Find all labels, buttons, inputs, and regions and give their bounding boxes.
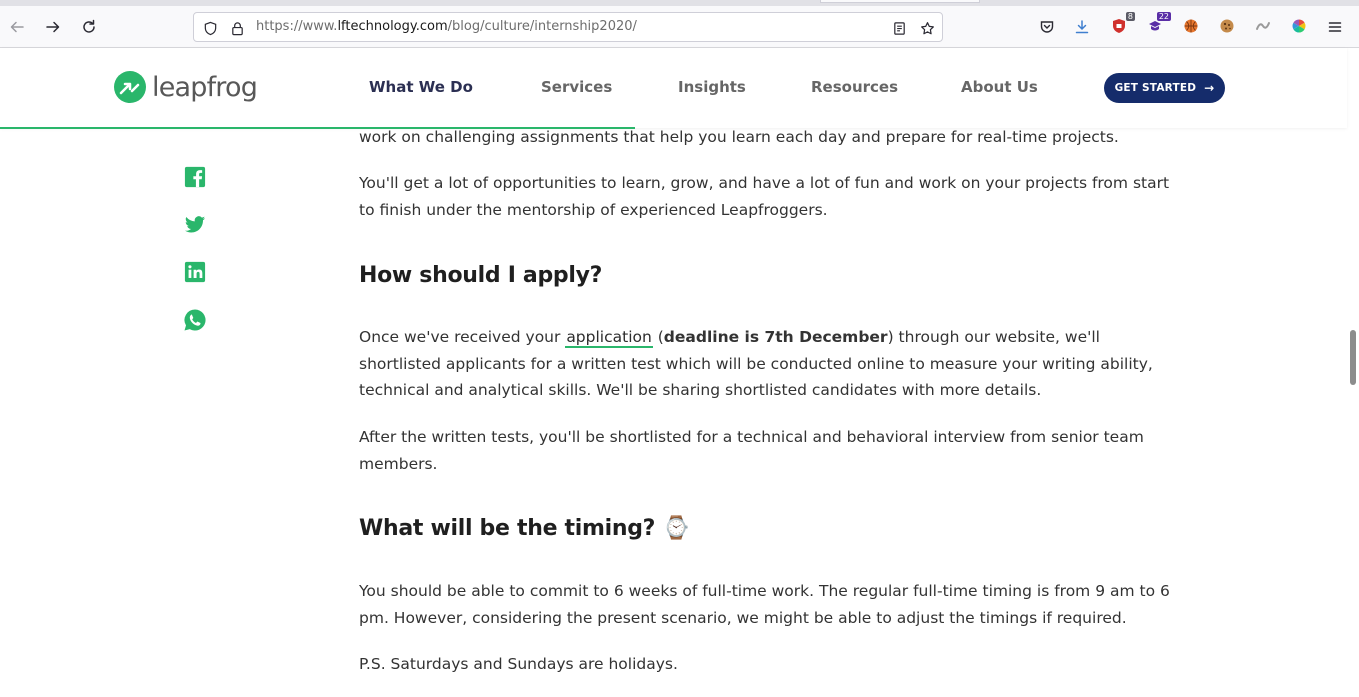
p2-before: Once we've received your: [359, 328, 566, 346]
address-bar[interactable]: https://www.lftechnology.com/blog/cultur…: [193, 12, 943, 42]
leapfrog-logo[interactable]: leapfrog: [114, 70, 258, 104]
application-link[interactable]: application: [565, 328, 653, 348]
heading-timing: What will be the timing? ⌚: [359, 516, 690, 541]
purple-extension-icon[interactable]: 22: [1145, 12, 1171, 36]
purple-badge: 22: [1156, 12, 1171, 21]
url-text[interactable]: https://www.lftechnology.com/blog/cultur…: [256, 19, 637, 34]
heading-timing-text: What will be the timing?: [359, 516, 656, 541]
pocket-icon[interactable]: [1035, 15, 1059, 39]
article-paragraph-4: You should be able to commit to 6 weeks …: [359, 582, 1170, 627]
downloads-icon[interactable]: [1070, 15, 1094, 39]
browser-toolbar: https://www.lftechnology.com/blog/cultur…: [0, 6, 1359, 48]
ublock-badge: 8: [1125, 12, 1135, 21]
reading-progress-bar: [0, 127, 635, 129]
scrollbar-thumb[interactable]: [1350, 330, 1356, 385]
color-wheel-extension-icon[interactable]: [1289, 16, 1309, 36]
get-started-button[interactable]: GET STARTED →: [1104, 73, 1225, 103]
get-started-label: GET STARTED: [1114, 82, 1197, 94]
url-path: /blog/culture/internship2020/: [447, 19, 637, 34]
arrow-right-icon: →: [1204, 81, 1215, 95]
site-header: leapfrog What We Do Services Insights Re…: [0, 48, 1347, 128]
reader-view-icon[interactable]: [890, 19, 908, 37]
basketball-extension-icon[interactable]: [1181, 16, 1201, 36]
nav-what-we-do[interactable]: What We Do: [369, 78, 473, 96]
page-scrollbar[interactable]: [1347, 128, 1359, 697]
logo-text: leapfrog: [152, 71, 258, 103]
gray-extension-icon[interactable]: [1253, 16, 1273, 36]
article-paragraph-3: After the written tests, you'll be short…: [359, 428, 1144, 473]
twitter-icon[interactable]: [183, 213, 207, 237]
article-paragraph-1: You'll get a lot of opportunities to lea…: [359, 174, 1170, 219]
active-tab[interactable]: [820, 0, 980, 3]
menu-icon[interactable]: [1323, 15, 1347, 39]
whatsapp-icon[interactable]: [183, 308, 207, 332]
back-icon[interactable]: [5, 15, 29, 39]
p2-open: (: [652, 328, 664, 346]
url-host: lftechnology.com: [337, 19, 448, 34]
reload-icon[interactable]: [77, 15, 101, 39]
linkedin-icon[interactable]: [183, 260, 207, 284]
bookmark-star-icon[interactable]: [918, 19, 936, 37]
url-prefix: https://www.: [256, 19, 338, 34]
ublock-extension-icon[interactable]: 8: [1109, 12, 1135, 36]
deadline-text: deadline is 7th December: [663, 328, 888, 346]
article-paragraph-5: P.S. Saturdays and Sundays are holidays.: [359, 655, 678, 673]
leapfrog-logo-icon: [114, 71, 146, 103]
nav-about-us[interactable]: About Us: [961, 78, 1038, 96]
watch-icon: ⌚: [662, 516, 690, 541]
nav-insights[interactable]: Insights: [678, 78, 746, 96]
article-paragraph-2: Once we've received your application (de…: [359, 324, 1181, 404]
nav-services[interactable]: Services: [541, 78, 612, 96]
lock-icon[interactable]: [228, 19, 246, 37]
forward-icon[interactable]: [41, 15, 65, 39]
nav-resources[interactable]: Resources: [811, 78, 898, 96]
cookie-extension-icon[interactable]: [1217, 16, 1237, 36]
heading-how-to-apply: How should I apply?: [359, 263, 603, 288]
facebook-icon[interactable]: [183, 165, 207, 189]
shield-icon[interactable]: [201, 19, 219, 37]
